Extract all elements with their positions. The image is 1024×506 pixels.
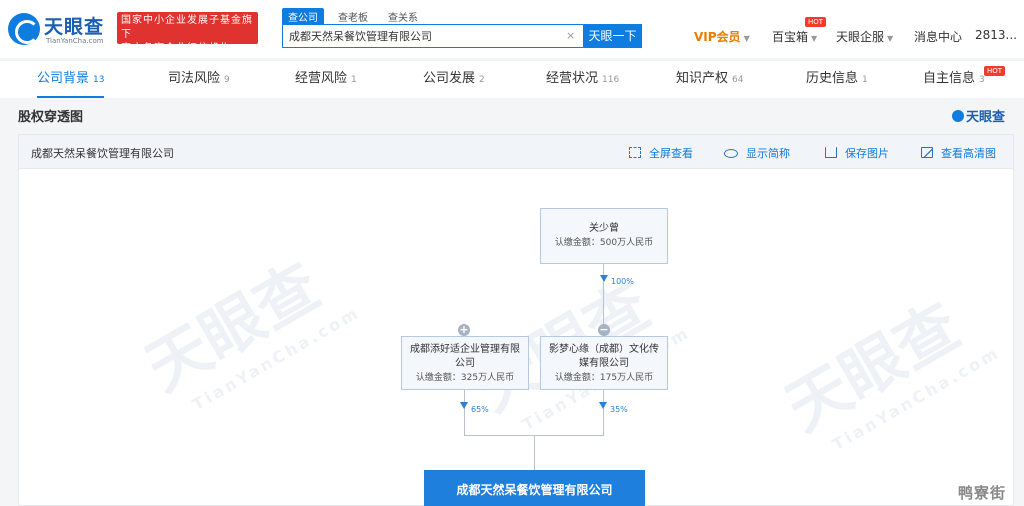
shareholder-node-right[interactable]: 影梦心缘（成都）文化传 媒有限公司 认缴金额：175万人民币 (540, 336, 668, 390)
search-tab-relation[interactable]: 查关系 (382, 8, 424, 25)
search-tab-boss[interactable]: 查老板 (332, 8, 374, 25)
connector-line (603, 390, 604, 436)
hot-badge: HOT (805, 17, 827, 27)
search-input[interactable] (289, 29, 559, 42)
logo-text: 天眼查 (44, 16, 105, 38)
connector-line (603, 264, 604, 326)
image-icon (921, 147, 933, 158)
chevron-down-icon: ▼ (743, 34, 750, 43)
fullscreen-label: 全屏查看 (649, 147, 693, 160)
equity-graph-panel: 成都天然呆餐饮管理有限公司 全屏查看 显示简称 保存图片 查看高清图 (18, 134, 1014, 506)
node-amount: 认缴金额：325万人民币 (415, 373, 515, 383)
vip-menu[interactable]: VIP会员 ▼ (694, 28, 750, 45)
tab-history[interactable]: 历史信息 1 (806, 61, 868, 98)
tab-count: 13 (93, 75, 105, 85)
gov-badge-line1: 国家中小企业发展子基金旗下 (121, 15, 253, 40)
tab-count: 1 (862, 75, 868, 85)
connector-line (534, 435, 535, 470)
hd-image-label: 查看高清图 (941, 147, 996, 160)
section-brand: 天眼查 (952, 106, 1005, 125)
save-image-button[interactable]: 保存图片 (825, 145, 889, 161)
node-name-line2: 媒有限公司 (579, 358, 629, 369)
tab-label: 公司发展 (423, 71, 476, 86)
tab-operation-risk[interactable]: 经营风险 1 (295, 61, 357, 98)
vip-label: VIP会员 (694, 30, 741, 44)
user-menu[interactable]: 2813... (975, 28, 1017, 42)
tab-count: 1 (351, 75, 357, 85)
brand-mark-icon (952, 110, 964, 122)
save-image-label: 保存图片 (845, 147, 889, 160)
expand-icon[interactable]: + (458, 324, 470, 336)
qifu-label: 天眼企服 (836, 30, 885, 44)
node-name-line1: 影梦心缘（成都）文化传 (549, 344, 659, 355)
share-percent-right: 35% (610, 405, 628, 414)
clear-icon[interactable]: × (566, 29, 575, 42)
shareholder-node-top[interactable]: 关少曾 认缴金额：500万人民币 (540, 208, 668, 264)
panel-toolbar: 成都天然呆餐饮管理有限公司 全屏查看 显示简称 保存图片 查看高清图 (19, 135, 1013, 169)
tab-count: 116 (602, 75, 620, 85)
node-amount: 认缴金额：175万人民币 (554, 373, 654, 383)
baibaoxiang-label: 百宝箱 (772, 30, 809, 44)
search-button[interactable]: 天眼一下 (583, 24, 642, 48)
tab-label: 公司背景 (37, 71, 90, 86)
eye-icon (724, 149, 738, 158)
top-header: 天眼查 TianYanCha.com 国家中小企业发展子基金旗下 官方备案企业征… (0, 0, 1024, 58)
hd-image-button[interactable]: 查看高清图 (921, 145, 996, 161)
node-name-line2: 公司 (455, 358, 475, 369)
logo-subtext: TianYanCha.com (46, 37, 104, 45)
tab-label: 司法风险 (168, 71, 221, 86)
user-label: 2813... (975, 28, 1017, 42)
chevron-down-icon: ▼ (811, 34, 818, 43)
search-box: × (282, 24, 584, 48)
node-amount: 认缴金额：500万人民币 (554, 238, 654, 248)
collapse-icon[interactable]: − (598, 324, 610, 336)
corner-watermark: 鸭寮街 (958, 484, 1007, 502)
tab-label: 历史信息 (806, 71, 859, 86)
tab-company-background[interactable]: 公司背景 13 (37, 61, 105, 98)
fullscreen-button[interactable]: 全屏查看 (629, 145, 693, 161)
search-tab-company[interactable]: 查公司 (282, 8, 324, 25)
arrow-down-icon (599, 402, 607, 409)
hot-badge: HOT (984, 66, 1006, 76)
target-company-node[interactable]: 成都天然呆餐饮管理有限公司 (424, 470, 645, 506)
show-short-name-button[interactable]: 显示简称 (724, 145, 790, 161)
tab-self-info[interactable]: 自主信息 3 (923, 61, 985, 98)
tab-judicial-risk[interactable]: 司法风险 9 (168, 61, 230, 98)
qifu-menu[interactable]: 天眼企服 ▼ (836, 28, 893, 45)
tab-count: 3 (979, 75, 985, 85)
tab-label: 知识产权 (676, 71, 729, 86)
tab-count: 9 (224, 75, 230, 85)
panel-title: 成都天然呆餐饮管理有限公司 (31, 147, 174, 160)
tab-company-development[interactable]: 公司发展 2 (423, 61, 485, 98)
tab-count: 2 (479, 75, 485, 85)
fullscreen-icon (629, 147, 641, 158)
node-name: 关少曾 (589, 223, 619, 234)
tab-count: 64 (732, 75, 744, 85)
message-center-link[interactable]: 消息中心 (914, 28, 962, 45)
tab-label: 经营状况 (546, 71, 599, 86)
tab-operation-status[interactable]: 经营状况 116 (546, 61, 619, 98)
baibaoxiang-menu[interactable]: 百宝箱 ▼ (772, 28, 817, 45)
search-type-tabs: 查公司 查老板 查关系 (282, 8, 432, 25)
arrow-down-icon (460, 402, 468, 409)
gov-badge-line2: 官方备案企业征信机构 (121, 43, 231, 54)
tab-label: 经营风险 (295, 71, 348, 86)
shareholder-node-left[interactable]: 成都添好适企业管理有限 公司 认缴金额：325万人民币 (401, 336, 529, 390)
share-percent-left: 65% (471, 405, 489, 414)
node-name-line1: 成都添好适企业管理有限 (410, 344, 520, 355)
connector-line (464, 390, 465, 436)
chevron-down-icon: ▼ (887, 34, 894, 43)
arrow-down-icon (600, 275, 608, 282)
tab-label: 自主信息 (923, 71, 976, 86)
gov-badge[interactable]: 国家中小企业发展子基金旗下 官方备案企业征信机构 (117, 12, 258, 54)
brand-text: 天眼查 (966, 110, 1006, 125)
site-logo[interactable]: 天眼查 TianYanCha.com (8, 9, 108, 47)
tab-intellectual-property[interactable]: 知识产权 64 (676, 61, 743, 98)
logo-mark-icon (8, 13, 40, 45)
section-title: 股权穿透图 (18, 110, 84, 125)
company-tabs: 公司背景 13 司法风险 9 经营风险 1 公司发展 2 经营状况 116 知识产权 64 … (0, 60, 1024, 98)
show-short-name-label: 显示简称 (746, 147, 790, 160)
download-icon (825, 147, 837, 158)
share-percent-top: 100% (611, 277, 634, 286)
